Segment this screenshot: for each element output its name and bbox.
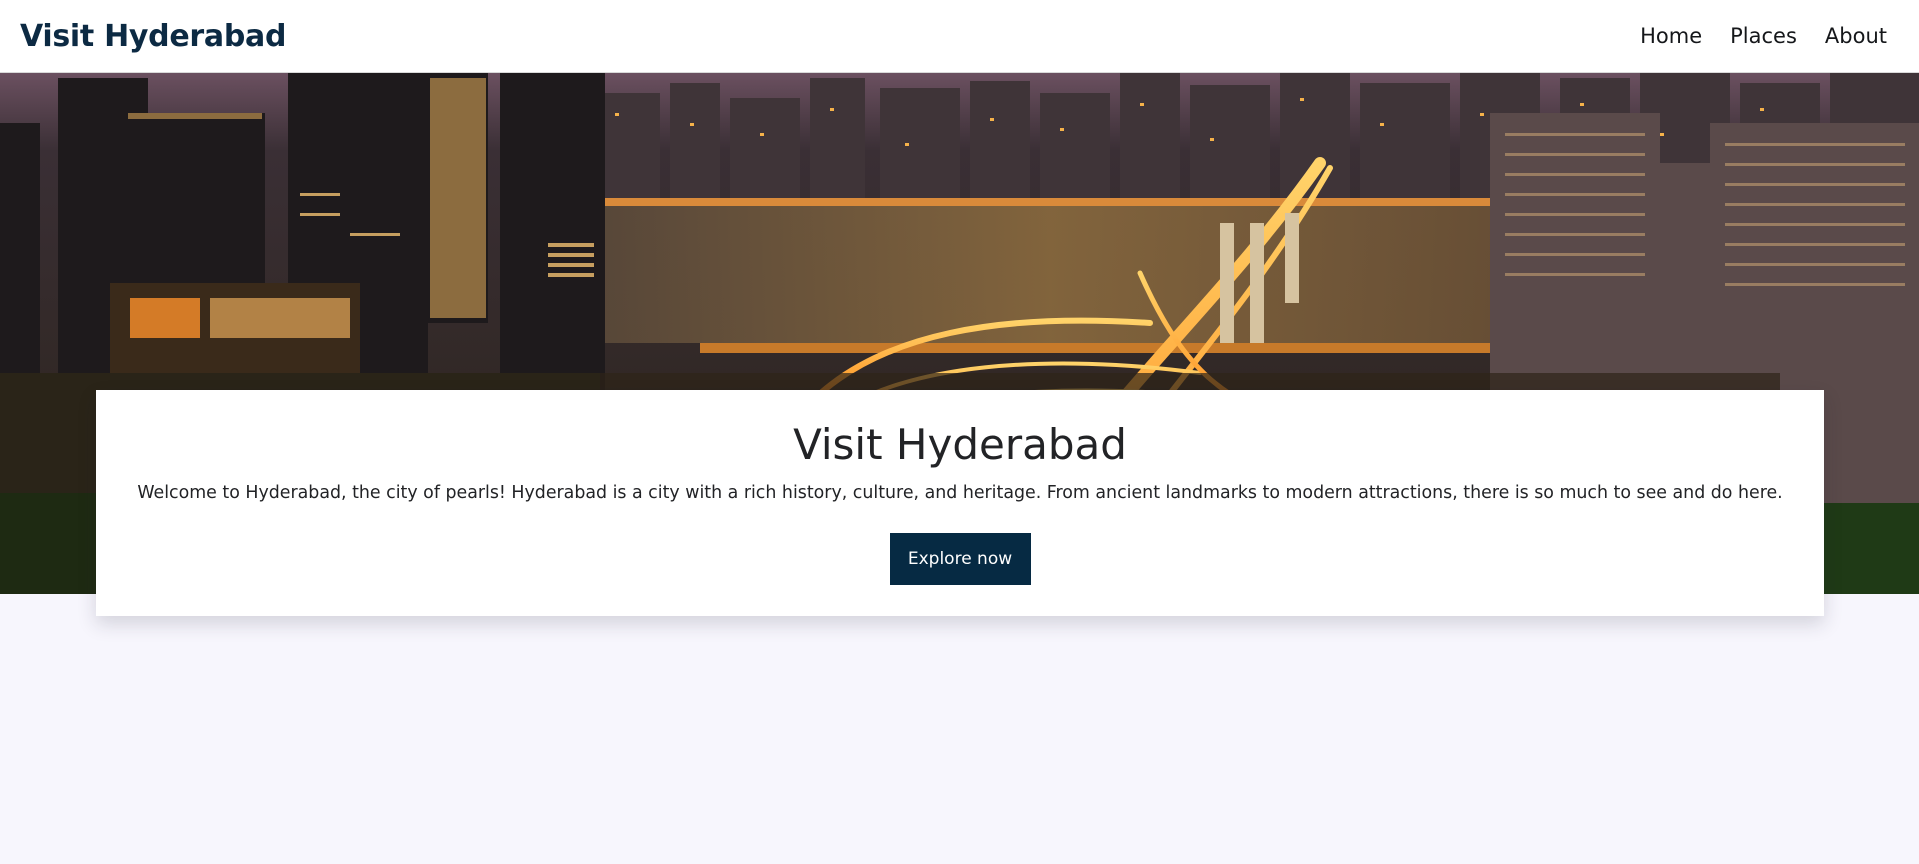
- page-title: Visit Hyderabad: [793, 420, 1127, 469]
- nav-menu: Home Places About: [1640, 24, 1887, 48]
- brand-logo[interactable]: Visit Hyderabad: [20, 19, 286, 54]
- nav-link-places[interactable]: Places: [1730, 24, 1797, 48]
- intro-card: Visit Hyderabad Welcome to Hyderabad, th…: [96, 390, 1824, 616]
- top-navbar: Visit Hyderabad Home Places About: [0, 0, 1919, 73]
- explore-now-button[interactable]: Explore now: [889, 533, 1031, 585]
- nav-link-about[interactable]: About: [1825, 24, 1887, 48]
- nav-link-home[interactable]: Home: [1640, 24, 1702, 48]
- intro-description: Welcome to Hyderabad, the city of pearls…: [137, 483, 1783, 503]
